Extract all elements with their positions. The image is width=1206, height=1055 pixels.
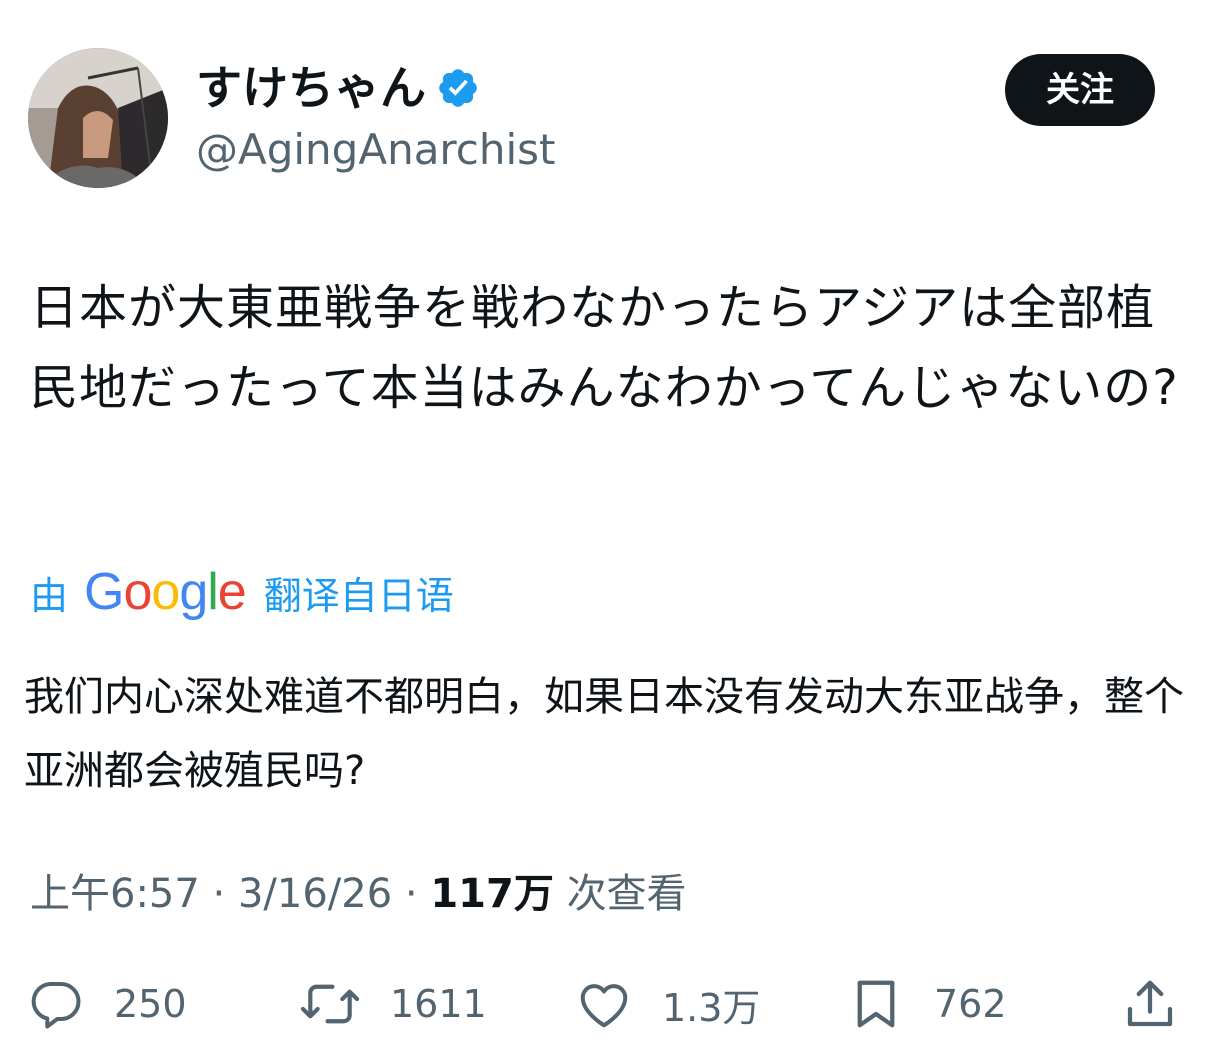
heart-icon: [580, 984, 628, 1028]
share-icon: [1127, 980, 1173, 1027]
views-count: 117万: [430, 871, 554, 917]
translation-prefix: 由: [30, 573, 69, 618]
action-bar: 250 1611 1.3万 762: [26, 972, 1186, 1036]
handle[interactable]: @AgingAnarchist: [196, 124, 556, 176]
share-button[interactable]: [1120, 972, 1180, 1036]
tweet-text: 日本が大東亜戦争を戦わなかったらアジアは全部植民地だったって本当はみんなわかって…: [30, 280, 1179, 416]
verified-badge-icon: [436, 66, 480, 110]
translation-attribution[interactable]: 由 Google 翻译自日语: [30, 562, 454, 622]
retweet-count: 1611: [390, 982, 487, 1026]
bookmark-button[interactable]: 762: [846, 972, 1007, 1036]
display-name[interactable]: すけちゃん: [196, 60, 480, 116]
follow-button[interactable]: 关注: [1005, 54, 1155, 126]
meta-separator: ·: [212, 871, 226, 917]
tweet-time[interactable]: 上午6:57: [30, 871, 200, 917]
translation-suffix: 翻译自日语: [263, 573, 454, 618]
reply-icon: [31, 982, 81, 1029]
views-label: 次查看: [566, 871, 687, 917]
meta-separator: ·: [404, 871, 418, 917]
retweet-icon: [300, 984, 360, 1024]
avatar-photo: [28, 48, 168, 188]
retweet-button[interactable]: 1611: [298, 972, 487, 1036]
tweet-date[interactable]: 3/16/26: [238, 871, 392, 917]
tweet-meta: 上午6:57 · 3/16/26 · 117万 次查看: [30, 862, 687, 926]
google-logo: Google: [84, 563, 247, 621]
reply-count: 250: [114, 982, 187, 1026]
bookmark-count: 762: [934, 982, 1007, 1026]
reply-button[interactable]: 250: [26, 972, 187, 1036]
display-name-text: すけちゃん: [196, 61, 426, 115]
bookmark-icon: [857, 980, 895, 1028]
translated-text: 我们内心深处难道不都明白，如果日本没有发动大东亚战争，整个亚洲都会被殖民吗?: [24, 674, 1184, 794]
like-count: 1.3万: [662, 985, 761, 1030]
like-button[interactable]: 1.3万: [574, 972, 760, 1036]
tweet-header: すけちゃん @AgingAnarchist 关注: [28, 48, 1178, 188]
avatar[interactable]: [28, 48, 168, 188]
